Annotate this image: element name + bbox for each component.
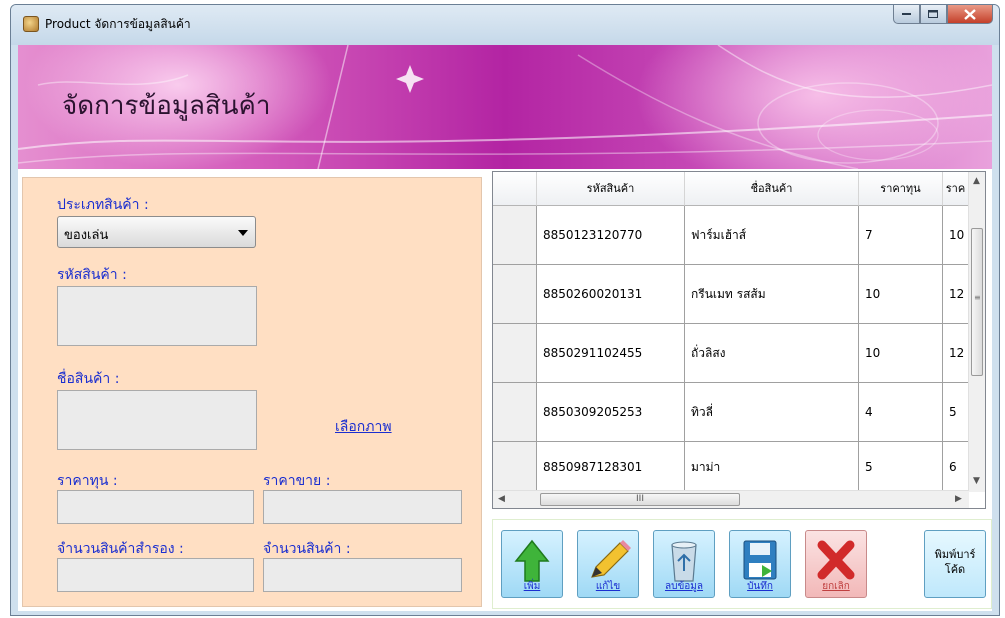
maximize-icon xyxy=(928,9,938,18)
product-id-label: รหัสสินค้า : xyxy=(57,267,127,283)
maximize-button[interactable] xyxy=(920,5,947,24)
edit-button-label: แก้ไข xyxy=(595,581,621,592)
table-row[interactable]: 8850123120770 ฟาร์มเฮ้าส์ 7 10 xyxy=(493,206,969,265)
scroll-down-arrow-icon[interactable]: ▼ xyxy=(973,476,980,486)
cell-cost[interactable]: 10 xyxy=(859,265,943,323)
horizontal-scroll-thumb[interactable]: III xyxy=(540,493,740,506)
action-button-panel: เพิ่ม แก้ไข ลบข้อมูล บันทึก ยกเลิก พิมพ์… xyxy=(492,519,992,609)
close-button[interactable] xyxy=(947,5,993,24)
row-header[interactable] xyxy=(493,206,537,264)
column-header-product-id[interactable]: รหัสสินค้า xyxy=(537,172,685,206)
window-title: Product จัดการข้อมูลสินค้า xyxy=(45,17,191,31)
cell-cost[interactable]: 5 xyxy=(859,442,943,492)
save-button-label: บันทึก xyxy=(747,581,773,592)
minimize-button[interactable] xyxy=(893,5,920,24)
table-row[interactable]: 8850291102455 ถั่วลิสง 10 12 xyxy=(493,324,969,383)
header-banner: จัดการข้อมูลสินค้า xyxy=(18,45,992,169)
cell-product-id[interactable]: 8850291102455 xyxy=(537,324,685,382)
table-row[interactable]: 8850309205253 ทิวลี่ 4 5 xyxy=(493,383,969,442)
page-title: จัดการข้อมูลสินค้า xyxy=(62,91,271,121)
cell-cost[interactable]: 10 xyxy=(859,324,943,382)
column-header-price[interactable]: ราค xyxy=(943,172,969,206)
cell-price[interactable]: 10 xyxy=(943,206,969,264)
print-barcode-button[interactable]: พิมพ์บาร์ โค้ด xyxy=(924,530,986,598)
vertical-scrollbar[interactable]: ▲ ≡ ▼ xyxy=(968,172,985,492)
print-barcode-label-line1: พิมพ์บาร์ xyxy=(934,548,976,561)
column-header-product-name[interactable]: ชื่อสินค้า xyxy=(685,172,859,206)
cost-price-field[interactable] xyxy=(57,490,254,524)
choose-image-link[interactable]: เลือกภาพ xyxy=(335,416,392,438)
cell-price[interactable]: 5 xyxy=(943,383,969,441)
green-up-arrow-icon xyxy=(514,539,550,582)
cell-product-id[interactable]: 8850309205253 xyxy=(537,383,685,441)
row-header[interactable] xyxy=(493,383,537,441)
sale-price-field[interactable] xyxy=(263,490,462,524)
reserve-quantity-field[interactable] xyxy=(57,558,254,592)
cost-price-label: ราคาทุน : xyxy=(57,473,118,489)
cell-cost[interactable]: 7 xyxy=(859,206,943,264)
cell-product-name[interactable]: ถั่วลิสง xyxy=(685,324,859,382)
cell-product-id[interactable]: 8850987128301 xyxy=(537,442,685,492)
grip-icon: ≡ xyxy=(974,293,981,302)
delete-button[interactable]: ลบข้อมูล xyxy=(653,530,715,598)
chevron-down-icon xyxy=(238,230,248,236)
add-button[interactable]: เพิ่ม xyxy=(501,530,563,598)
cell-product-name[interactable]: มาม่า xyxy=(685,442,859,492)
horizontal-scrollbar[interactable]: ◀ III ▶ xyxy=(493,490,969,508)
quantity-field[interactable] xyxy=(263,558,462,592)
title-bar[interactable]: Product จัดการข้อมูลสินค้า xyxy=(11,5,999,45)
cell-product-name[interactable]: กรีนเมท รสส้ม xyxy=(685,265,859,323)
cancel-button-label: ยกเลิก xyxy=(822,581,850,592)
vertical-scroll-thumb[interactable]: ≡ xyxy=(971,228,983,376)
red-x-icon xyxy=(817,540,855,580)
cell-cost[interactable]: 4 xyxy=(859,383,943,441)
cancel-button[interactable]: ยกเลิก xyxy=(805,530,867,598)
product-id-field[interactable] xyxy=(57,286,257,346)
product-name-field[interactable] xyxy=(57,390,257,450)
cell-product-id[interactable]: 8850260020131 xyxy=(537,265,685,323)
cell-price[interactable]: 12 xyxy=(943,265,969,323)
print-barcode-label-line2: โค้ด xyxy=(944,563,966,576)
category-select-value: ของเล่น xyxy=(64,228,109,243)
add-button-label: เพิ่ม xyxy=(523,581,541,592)
cell-price[interactable]: 12 xyxy=(943,324,969,382)
product-form-panel: ประเภทสินค้า : ของเล่น รหัสสินค้า : ชื่อ… xyxy=(22,177,482,607)
column-header-cost[interactable]: ราคาทุน xyxy=(859,172,943,206)
scroll-up-arrow-icon[interactable]: ▲ xyxy=(973,176,980,186)
app-window: Product จัดการข้อมูลสินค้า จัดการข้อมูลส… xyxy=(10,4,1000,616)
reserve-quantity-label: จำนวนสินค้าสำรอง : xyxy=(57,541,184,557)
sale-price-label: ราคาขาย : xyxy=(263,473,331,489)
cell-product-id[interactable]: 8850123120770 xyxy=(537,206,685,264)
minimize-icon xyxy=(901,13,911,15)
row-header[interactable] xyxy=(493,265,537,323)
table-row[interactable]: 8850987128301 มาม่า 5 6 xyxy=(493,442,969,492)
pencil-icon xyxy=(591,540,631,578)
window-controls xyxy=(893,5,993,24)
recycle-bin-icon xyxy=(671,541,697,582)
scroll-left-arrow-icon[interactable]: ◀ xyxy=(498,494,505,504)
cell-price[interactable]: 6 xyxy=(943,442,969,492)
edit-button[interactable]: แก้ไข xyxy=(577,530,639,598)
table-row[interactable]: 8850260020131 กรีนเมท รสส้ม 10 12 xyxy=(493,265,969,324)
row-header[interactable] xyxy=(493,324,537,382)
save-button[interactable]: บันทึก xyxy=(729,530,791,598)
floppy-disk-icon xyxy=(743,540,777,580)
app-icon xyxy=(23,16,39,32)
scroll-right-arrow-icon[interactable]: ▶ xyxy=(955,494,962,504)
client-area: จัดการข้อมูลสินค้า ประเภทสินค้า : ของเล่… xyxy=(18,45,992,611)
quantity-label: จำนวนสินค้า : xyxy=(263,541,351,557)
product-name-label: ชื่อสินค้า : xyxy=(57,371,120,387)
row-header-corner xyxy=(493,172,537,206)
category-select[interactable]: ของเล่น xyxy=(57,216,256,248)
category-label: ประเภทสินค้า : xyxy=(57,197,149,213)
delete-button-label: ลบข้อมูล xyxy=(664,581,704,592)
cell-product-name[interactable]: ฟาร์มเฮ้าส์ xyxy=(685,206,859,264)
close-icon xyxy=(964,8,976,20)
cell-product-name[interactable]: ทิวลี่ xyxy=(685,383,859,441)
product-table[interactable]: รหัสสินค้า ชื่อสินค้า ราคาทุน ราค 885012… xyxy=(492,171,986,509)
row-header[interactable] xyxy=(493,442,537,492)
